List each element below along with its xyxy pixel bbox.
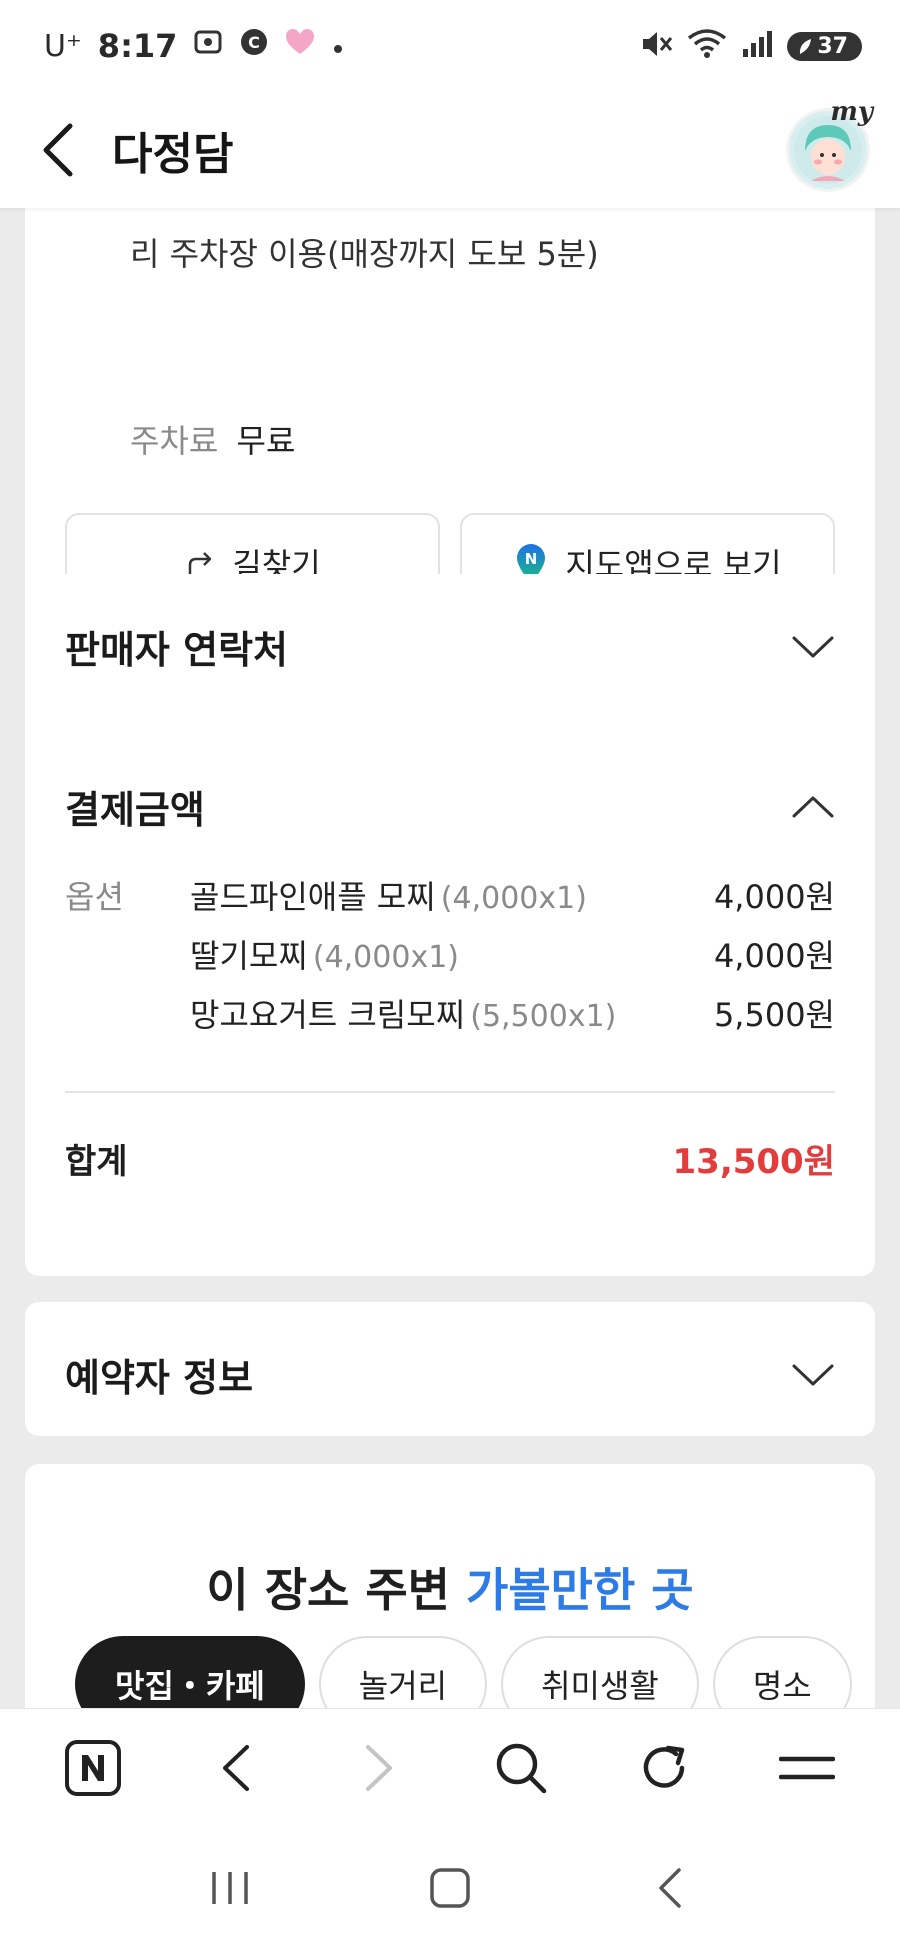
parking-value: 무료 [236,422,296,460]
recent-apps-icon [212,1872,248,1904]
battery-indicator: 37 [787,31,862,61]
payment-divider [65,1091,835,1093]
category-chips: 맛집・카페 놀거리 취미생활 명소 [75,1636,852,1708]
total-label: 합계 [65,1142,128,1182]
item-name: 딸기모찌 [190,937,308,975]
browser-back-button[interactable] [196,1728,276,1808]
directions-cut-line: ​ [130,208,860,226]
nearby-title-accent: 가볼만한 곳 [466,1563,694,1617]
clock: 8:17 [97,27,178,65]
content-scroll[interactable]: ​ 리 주차장 이용(매장까지 도보 5분) 주차료 무료 길찾기 N 지도앱으… [0,208,900,1708]
home-button[interactable] [410,1848,490,1928]
status-left: U⁺ 8:17 C [44,27,345,65]
browser-search-button[interactable] [481,1728,561,1808]
chevron-down-icon [792,1364,834,1385]
parking-info: 주차료 무료 [130,416,295,462]
payment-header[interactable]: 결제금액 [65,779,835,834]
chevron-left-icon [222,1744,249,1791]
item-price: 5,500원 [713,996,835,1034]
seller-contact-header[interactable]: 판매자 연락처 [65,619,835,674]
payment-item: 망고요거트 크림모찌 (5,500x1) 5,500원 [190,990,835,1036]
payment-card: 결제금액 옵션 골드파인애플 모찌 (4,000x1) 4,000원 딸기모찌 … [25,734,875,1276]
mute-icon [639,28,673,64]
browser-toolbar [0,1708,900,1826]
browser-refresh-button[interactable] [624,1728,704,1808]
svg-text:N: N [525,550,538,568]
item-name: 망고요거트 크림모찌 [190,996,466,1034]
booker-info-card[interactable]: 예약자 정보 [25,1302,875,1436]
chevron-up-icon [792,796,834,817]
c-badge-icon: C [239,27,269,65]
status-right: 37 [639,28,862,64]
browser-forward-button[interactable] [339,1728,419,1808]
search-icon [497,1743,547,1793]
booker-info-header[interactable]: 예약자 정보 [65,1347,835,1402]
directions-text: ​ 리 주차장 이용(매장까지 도보 5분) [130,208,860,282]
item-qty: (4,000x1) [440,881,587,916]
total-amount: 13,500원 [672,1142,835,1182]
naver-n-icon [65,1739,122,1796]
system-nav-bar [0,1826,900,1950]
page-title: 다정담 [112,129,234,180]
directions-line: 리 주차장 이용(매장까지 도보 5분) [130,235,599,273]
top-header: 다정담 my [0,92,900,208]
booker-info-title: 예약자 정보 [65,1356,254,1400]
wifi-icon [687,28,727,64]
option-label: 옵션 [65,878,124,916]
nearby-places-card: 이 장소 주변 가볼만한 곳 맛집・카페 놀거리 취미생활 명소 [25,1464,875,1708]
svg-text:C: C [249,33,261,52]
item-price: 4,000원 [713,937,835,975]
naver-home-button[interactable] [53,1728,133,1808]
status-bar: U⁺ 8:17 C 37 [0,0,900,92]
chip-hobbies[interactable]: 취미생활 [501,1636,699,1708]
recent-apps-button[interactable] [190,1848,270,1928]
item-price: 4,000원 [713,878,835,916]
payment-title: 결제금액 [65,788,205,832]
battery-level: 37 [817,33,848,59]
payment-item: 골드파인애플 모찌 (4,000x1) 4,000원 [190,872,835,918]
chip-activities[interactable]: 놀거리 [318,1636,488,1708]
carrier-label: U⁺ [44,28,82,64]
refresh-icon [643,1745,685,1788]
item-qty: (4,000x1) [312,940,459,975]
item-name: 골드파인애플 모찌 [190,878,436,916]
total-row: 합계 13,500원 [65,1134,835,1183]
signal-icon [741,29,773,63]
system-back-button[interactable] [630,1848,710,1928]
back-arrow-icon [43,123,73,177]
home-icon [430,1868,470,1908]
parking-label: 주차료 [130,422,219,460]
screenshot-icon [193,27,223,65]
nearby-title: 이 장소 주변 가볼만한 곳 [25,1554,875,1620]
menu-icon [778,1756,835,1779]
seller-contact-card[interactable]: 판매자 연락처 [25,574,875,708]
my-badge: my [830,97,873,127]
chevron-right-icon [365,1744,392,1791]
chevron-down-icon [792,636,834,657]
chip-food-cafe[interactable]: 맛집・카페 [75,1636,305,1708]
system-back-icon [659,1868,681,1908]
nearby-title-prefix: 이 장소 주변 [206,1563,450,1617]
back-button[interactable] [40,115,90,185]
dot-icon [331,29,345,64]
item-qty: (5,500x1) [470,999,617,1034]
browser-menu-button[interactable] [767,1728,847,1808]
chip-attractions[interactable]: 명소 [712,1636,852,1708]
heart-icon [285,28,315,64]
seller-contact-title: 판매자 연락처 [65,628,288,672]
payment-item: 딸기모찌 (4,000x1) 4,000원 [190,931,835,977]
my-profile-avatar[interactable]: my [786,97,873,192]
